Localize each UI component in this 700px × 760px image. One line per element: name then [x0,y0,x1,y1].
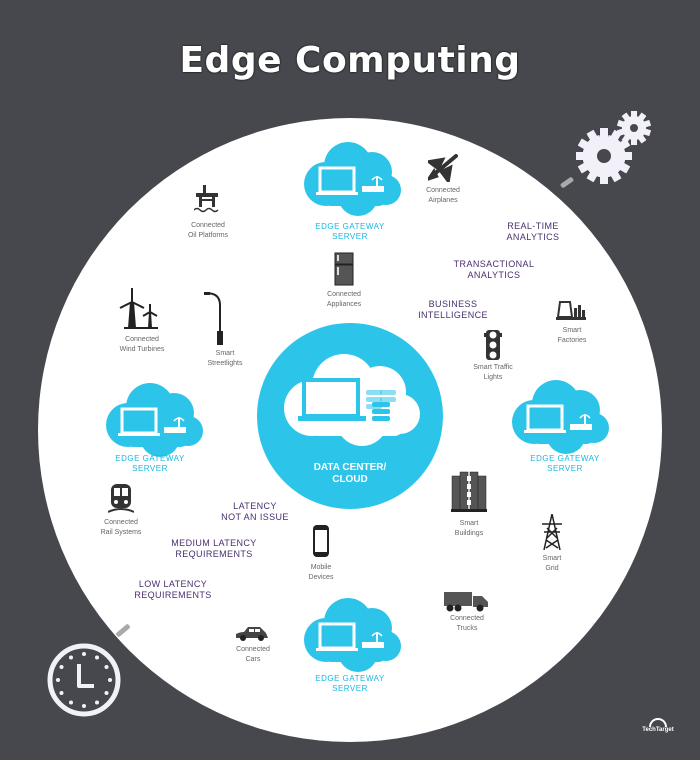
label-line: SERVER [332,684,368,693]
label-line: EDGE GATEWAY [315,674,385,683]
label-line: EDGE GATEWAY [315,222,385,231]
label-line: Mobile [310,564,332,571]
gateway-label-right: EDGE GATEWAY SERVER [505,454,625,474]
label-line: Wind Turbines [119,346,165,353]
label-line: ANALYTICS [506,232,560,242]
device-label: Connected Wind Turbines [97,335,187,355]
appliance-icon [334,252,354,286]
label-line: TRANSACTIONAL [453,259,535,269]
label-line: Airplanes [428,197,458,204]
label-line: REQUIREMENTS [134,590,212,600]
label-line: NOT AN ISSUE [221,512,289,522]
label-line: CLOUD [332,474,368,485]
gateway-right [506,378,610,456]
label-line: Connected [327,291,361,298]
laptop-icon [298,378,366,424]
tier-real-time: REAL-TIME ANALYTICS [453,221,613,243]
device-label: Connected Rail Systems [76,518,166,538]
label-line: Factories [557,337,587,344]
gateway-label-left: EDGE GATEWAY SERVER [90,454,210,474]
label-line: Connected [450,615,484,622]
label-line: LATENCY [233,501,277,511]
device-label: Connected Oil Platforms [163,221,253,241]
label-line: Smart [459,520,479,527]
label-line: INTELLIGENCE [418,310,488,320]
label-line: EDGE GATEWAY [530,454,600,463]
gateway-top [298,140,402,218]
label-line: Lights [483,374,503,381]
device-label: Mobile Devices [276,563,366,583]
device-label: Smart Traffic Lights [448,363,538,383]
oil-platform-icon [194,185,220,215]
database-icon [366,388,402,424]
label-line: Smart [215,350,235,357]
traffic-light-icon [484,330,502,360]
gears-icon [570,104,660,194]
device-label: Smart Streetlights [180,349,270,369]
building-icon [451,470,487,512]
label-line: REQUIREMENTS [175,549,253,559]
gateway-label-top: EDGE GATEWAY SERVER [290,222,410,242]
device-label: Connected Trucks [422,614,512,634]
label-line: SERVER [332,232,368,241]
tier-latency-not-issue: LATENCY NOT AN ISSUE [175,501,335,523]
car-icon [234,626,270,642]
label-line: Trucks [456,625,478,632]
wind-turbine-icon [118,288,164,330]
factory-icon [556,300,586,320]
label-line: Connected [236,646,270,653]
label-line: Grid [545,565,559,572]
tier-medium-latency: MEDIUM LATENCY REQUIREMENTS [134,538,294,560]
tier-business-intelligence: BUSINESS INTELLIGENCE [373,299,533,321]
label-line: Connected [426,187,460,194]
techtarget-logo: TechTarget [638,718,678,733]
label-line: Smart [562,327,582,334]
label-line: SERVER [547,464,583,473]
truck-icon [444,590,490,612]
label-line: DATA CENTER/ [313,462,387,473]
label-line: Smart [542,555,562,562]
label-line: Cars [245,656,261,663]
label-line: Connected [104,519,138,526]
label-line: REAL-TIME [507,221,559,231]
page-title: Edge Computing [179,40,521,81]
label-line: BUSINESS [428,299,478,309]
gateway-bottom [298,596,402,674]
label-line: LOW LATENCY [138,579,208,589]
device-label: Smart Factories [527,326,617,346]
device-label: Connected Cars [208,645,298,665]
logo-mark-icon [649,718,667,727]
tier-low-latency: LOW LATENCY REQUIREMENTS [93,579,253,601]
tier-transactional: TRANSACTIONAL ANALYTICS [414,259,574,281]
device-label: Smart Buildings [424,519,514,539]
label-line: Appliances [326,301,362,308]
label-line: Smart Traffic [473,364,513,371]
label-line: Rail Systems [100,529,142,536]
label-line: Streetlights [207,360,243,367]
power-tower-icon [540,514,564,550]
mobile-icon [313,525,329,557]
device-label: Smart Grid [507,554,597,574]
gateway-label-bottom: EDGE GATEWAY SERVER [290,674,410,694]
label-line: Connected [191,222,225,229]
label-line: ANALYTICS [467,270,521,280]
train-icon [108,484,134,514]
label-line: Buildings [454,530,484,537]
label-line: Devices [308,574,334,581]
airplane-icon [428,154,458,182]
label-line: EDGE GATEWAY [115,454,185,463]
label-line: Connected [125,336,159,343]
device-label: Connected Appliances [299,290,389,310]
data-center-label: DATA CENTER/ CLOUD [257,462,443,486]
label-line: SERVER [132,464,168,473]
clock-icon [44,640,124,720]
logo-text: TechTarget [642,727,674,733]
label-line: MEDIUM LATENCY [171,538,257,548]
streetlight-icon [204,291,226,345]
label-line: Oil Platforms [187,232,229,239]
gateway-left [100,381,204,459]
device-label: Connected Airplanes [398,186,488,206]
